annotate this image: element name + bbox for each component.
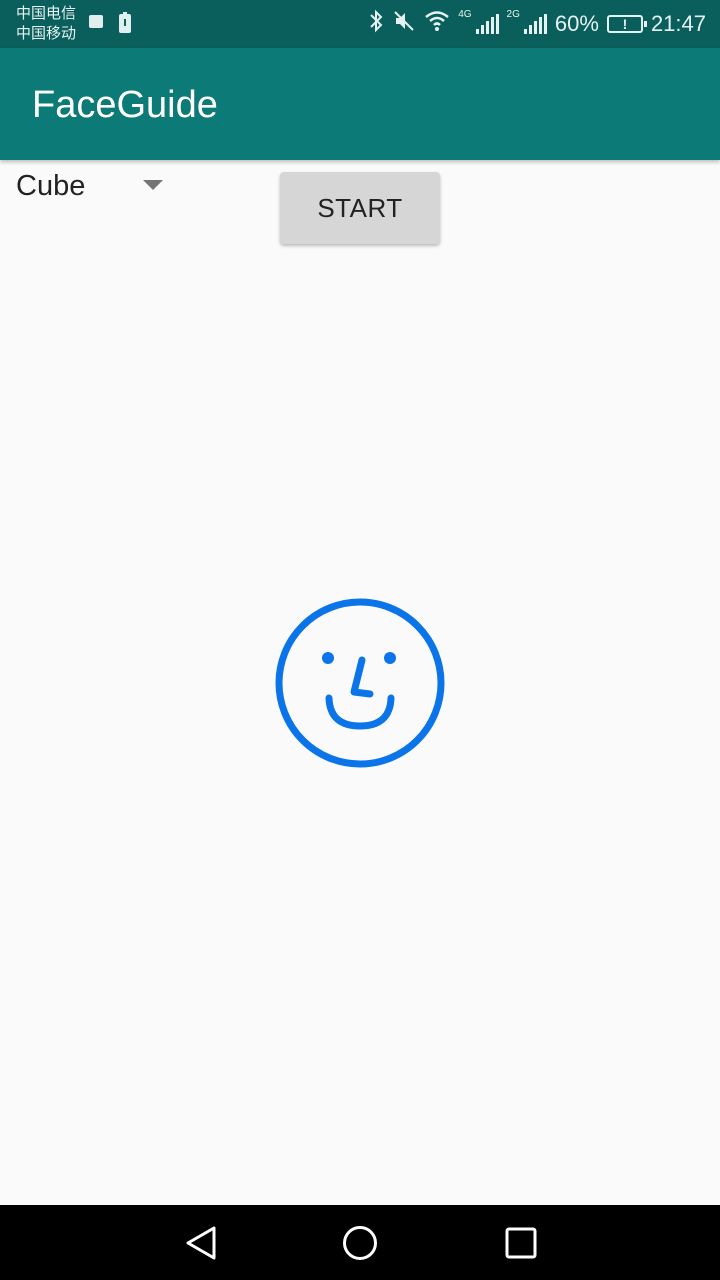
carrier-block: 中国电信 中国移动	[16, 4, 76, 44]
spinner-value: Cube	[16, 169, 86, 202]
home-circle-icon[interactable]	[342, 1225, 378, 1266]
battery-percent: 60%	[554, 11, 599, 36]
bluetooth-icon	[368, 9, 384, 39]
dropdown-arrow-icon	[143, 180, 163, 190]
clock: 21:47	[650, 11, 706, 36]
battery-icon: !	[606, 15, 647, 33]
shape-spinner[interactable]: Cube	[16, 164, 176, 208]
status-right: 4G 2G 60% ! 21:47	[368, 0, 706, 48]
smiley-face-icon	[275, 598, 445, 768]
navigation-bar	[0, 1205, 720, 1280]
signal-bars-2-icon	[523, 14, 547, 34]
carrier-2: 中国移动	[16, 25, 77, 42]
wifi-icon	[424, 10, 450, 38]
recents-square-icon[interactable]	[504, 1225, 538, 1266]
sim-icon	[118, 12, 132, 39]
status-bar: 中国电信 中国移动 4G 2G 60% ! 21:47	[0, 0, 720, 48]
signal-bars-1-icon	[475, 14, 499, 34]
mute-icon	[392, 9, 416, 39]
network-2g-label: 2G	[506, 8, 520, 20]
back-triangle-icon[interactable]	[184, 1225, 218, 1266]
notification-icon	[88, 12, 104, 33]
network-4g-label: 4G	[458, 8, 472, 20]
carrier-1: 中国电信	[16, 5, 77, 22]
screen: 中国电信 中国移动 4G 2G 60% ! 21:47 FaceGuide Cu…	[0, 0, 720, 1280]
app-title: FaceGuide	[32, 84, 218, 126]
start-button[interactable]: START	[280, 172, 440, 244]
app-bar: FaceGuide	[0, 48, 720, 160]
